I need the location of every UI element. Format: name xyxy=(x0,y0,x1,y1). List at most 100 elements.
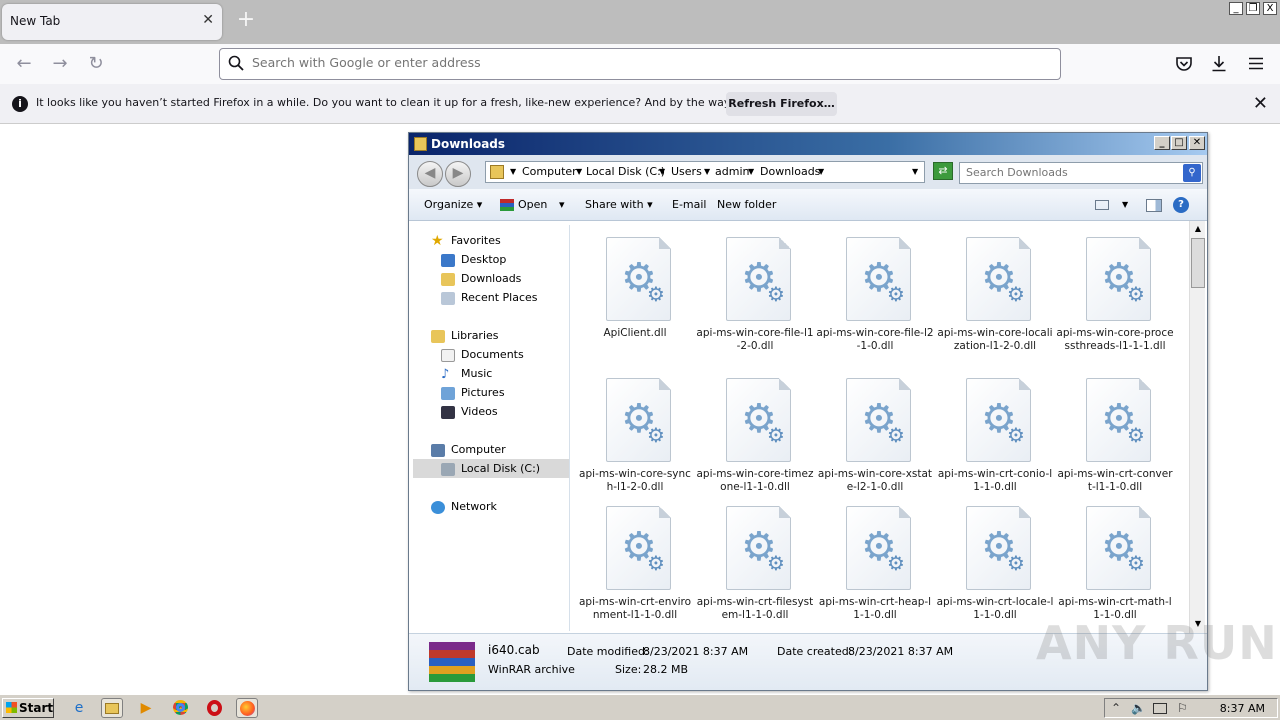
file-item[interactable]: ⚙ ⚙ api-ms-win-crt-filesystem-l1-1-0.dll xyxy=(696,504,814,633)
file-list: ⚙ ⚙ ApiClient.dll ⚙ ⚙ api-ms-win-core-file-l… xyxy=(572,221,1189,633)
maximize-button[interactable]: □ xyxy=(1171,136,1187,150)
chevron-down-icon[interactable]: ▼ xyxy=(704,167,710,176)
address-bar[interactable] xyxy=(219,48,1061,80)
new-folder-button[interactable]: New folder xyxy=(717,198,776,211)
nav-computer[interactable]: Computer xyxy=(431,440,506,459)
view-dropdown-icon[interactable]: ▼ xyxy=(1122,200,1128,209)
history-dropdown-icon[interactable]: ▼ xyxy=(912,167,918,176)
new-tab-plus-icon[interactable]: + xyxy=(234,8,258,32)
volume-icon[interactable]: 🔈 xyxy=(1131,701,1146,715)
nav-downloads[interactable]: Downloads xyxy=(441,269,521,288)
file-item[interactable]: ⚙ ⚙ api-ms-win-crt-math-l1-1-0.dll xyxy=(1056,504,1174,633)
nav-music[interactable]: ♪ Music xyxy=(441,364,492,383)
breadcrumb[interactable]: ▼ Computer ▼ Local Disk (C:) ▼ Users ▼ a… xyxy=(485,161,925,183)
close-window-button[interactable]: X xyxy=(1263,2,1277,15)
close-button[interactable]: ✕ xyxy=(1189,136,1205,150)
details-created-label: Date created: xyxy=(777,645,853,658)
forward-arrow-icon[interactable]: → xyxy=(48,52,72,76)
file-item[interactable]: ⚙ ⚙ ApiClient.dll xyxy=(576,235,694,373)
breadcrumb-computer[interactable]: Computer xyxy=(522,165,577,178)
downloads-icon[interactable] xyxy=(1211,55,1227,72)
chrome-icon[interactable] xyxy=(169,698,191,718)
nav-recent-places[interactable]: Recent Places xyxy=(441,288,538,307)
chevron-down-icon[interactable]: ▼ xyxy=(659,167,665,176)
file-item[interactable]: ⚙ ⚙ api-ms-win-crt-environment-l1-1-0.dll xyxy=(576,504,694,633)
close-tab-icon[interactable]: ✕ xyxy=(202,12,214,28)
explorer-title-bar[interactable]: Downloads _ □ ✕ xyxy=(409,133,1207,155)
minimize-button[interactable]: _ xyxy=(1154,136,1170,150)
chevron-down-icon[interactable]: ▼ xyxy=(576,167,582,176)
scroll-up-icon[interactable]: ▲ xyxy=(1191,222,1205,236)
nav-favorites[interactable]: ★ Favorites xyxy=(431,231,501,250)
back-arrow-icon[interactable]: ← xyxy=(12,52,36,76)
breadcrumb-downloads[interactable]: Downloads xyxy=(760,165,820,178)
file-item[interactable]: ⚙ ⚙ api-ms-win-core-localization-l1-2-0.dl… xyxy=(936,235,1054,373)
file-item[interactable]: ⚙ ⚙ api-ms-win-core-file-l1-2-0.dll xyxy=(696,235,814,373)
open-dropdown-icon[interactable]: ▾ xyxy=(559,198,565,211)
nav-network[interactable]: Network xyxy=(431,497,497,516)
file-name: api-ms-win-crt-conio-l1-1-0.dll xyxy=(937,468,1053,493)
file-item[interactable]: ⚙ ⚙ api-ms-win-crt-conio-l1-1-0.dll xyxy=(936,376,1054,514)
chevron-down-icon[interactable]: ▼ xyxy=(748,167,754,176)
file-item[interactable]: ⚙ ⚙ api-ms-win-core-timezone-l1-1-0.dll xyxy=(696,376,814,514)
file-item[interactable]: ⚙ ⚙ api-ms-win-core-synch-l1-2-0.dll xyxy=(576,376,694,514)
change-view-icon[interactable] xyxy=(1095,200,1109,210)
dll-file-icon: ⚙ ⚙ xyxy=(846,378,911,462)
internet-explorer-icon[interactable]: e xyxy=(68,698,90,718)
file-item[interactable]: ⚙ ⚙ api-ms-win-core-processthreads-l1-1-1.… xyxy=(1056,235,1174,373)
close-notification-icon[interactable]: ✕ xyxy=(1253,93,1268,114)
details-modified-label: Date modified: xyxy=(567,645,649,658)
vertical-scrollbar[interactable]: ▲ ▼ xyxy=(1189,221,1205,633)
tab-new-tab[interactable]: New Tab ✕ xyxy=(2,4,222,40)
scroll-thumb[interactable] xyxy=(1191,238,1205,288)
action-center-flag-icon[interactable]: ⚐ xyxy=(1177,701,1188,715)
minimize-window-button[interactable]: _ xyxy=(1229,2,1243,15)
nav-videos[interactable]: Videos xyxy=(441,402,498,421)
chevron-down-icon[interactable]: ▼ xyxy=(510,167,516,176)
file-item[interactable]: ⚙ ⚙ api-ms-win-core-xstate-l2-1-0.dll xyxy=(816,376,934,514)
taskbar: Start e ▶ ⌃ 🔈 ⚐ 8:37 AM xyxy=(0,694,1280,720)
search-icon[interactable]: ⚲ xyxy=(1183,164,1201,182)
menu-hamburger-icon[interactable] xyxy=(1249,57,1263,70)
file-name: api-ms-win-core-file-l2-1-0.dll xyxy=(816,327,934,352)
file-item[interactable]: ⚙ ⚙ api-ms-win-crt-heap-l1-1-0.dll xyxy=(816,504,934,633)
share-with-button[interactable]: Share with ▾ xyxy=(585,198,653,211)
breadcrumb-users[interactable]: Users xyxy=(671,165,702,178)
firefox-icon[interactable] xyxy=(236,698,258,718)
opera-icon[interactable] xyxy=(203,698,225,718)
file-item[interactable]: ⚙ ⚙ api-ms-win-crt-convert-l1-1-0.dll xyxy=(1056,376,1174,514)
explorer-taskbar-icon[interactable] xyxy=(101,698,123,718)
music-icon: ♪ xyxy=(441,366,450,382)
search-input[interactable] xyxy=(966,166,1156,179)
pocket-icon[interactable] xyxy=(1175,56,1193,72)
refresh-icon[interactable]: ⇄ xyxy=(933,162,953,180)
breadcrumb-admin[interactable]: admin xyxy=(715,165,749,178)
search-box[interactable]: ⚲ xyxy=(959,162,1203,184)
show-hidden-icons-icon[interactable]: ⌃ xyxy=(1111,701,1121,715)
nav-documents[interactable]: Documents xyxy=(441,345,524,364)
open-button[interactable]: Open xyxy=(500,198,547,211)
media-player-icon[interactable]: ▶ xyxy=(135,698,157,718)
file-item[interactable]: ⚙ ⚙ api-ms-win-core-file-l2-1-0.dll xyxy=(816,235,934,373)
breadcrumb-local-disk[interactable]: Local Disk (C:) xyxy=(586,165,665,178)
nav-pictures[interactable]: Pictures xyxy=(441,383,505,402)
nav-libraries[interactable]: Libraries xyxy=(431,326,499,345)
network-status-icon[interactable] xyxy=(1153,703,1167,714)
dll-file-icon: ⚙ ⚙ xyxy=(966,237,1031,321)
start-button[interactable]: Start xyxy=(2,698,54,718)
file-item[interactable]: ⚙ ⚙ api-ms-win-crt-locale-l1-1-0.dll xyxy=(936,504,1054,633)
nav-local-disk[interactable]: Local Disk (C:) xyxy=(441,459,540,478)
email-button[interactable]: E-mail xyxy=(672,198,707,211)
nav-desktop[interactable]: Desktop xyxy=(441,250,506,269)
restore-window-button[interactable]: ❐ xyxy=(1246,2,1260,15)
chevron-down-icon[interactable]: ▼ xyxy=(818,167,824,176)
reload-icon[interactable]: ↻ xyxy=(84,52,108,76)
dll-file-icon: ⚙ ⚙ xyxy=(606,237,671,321)
forward-button[interactable]: ▶ xyxy=(445,161,471,187)
url-input[interactable] xyxy=(252,55,1032,70)
organize-button[interactable]: Organize ▾ xyxy=(424,198,482,211)
help-icon[interactable]: ? xyxy=(1173,197,1189,213)
preview-pane-icon[interactable] xyxy=(1146,199,1162,212)
back-button[interactable]: ◀ xyxy=(417,161,443,187)
refresh-firefox-button[interactable]: Refresh Firefox… xyxy=(726,92,837,116)
